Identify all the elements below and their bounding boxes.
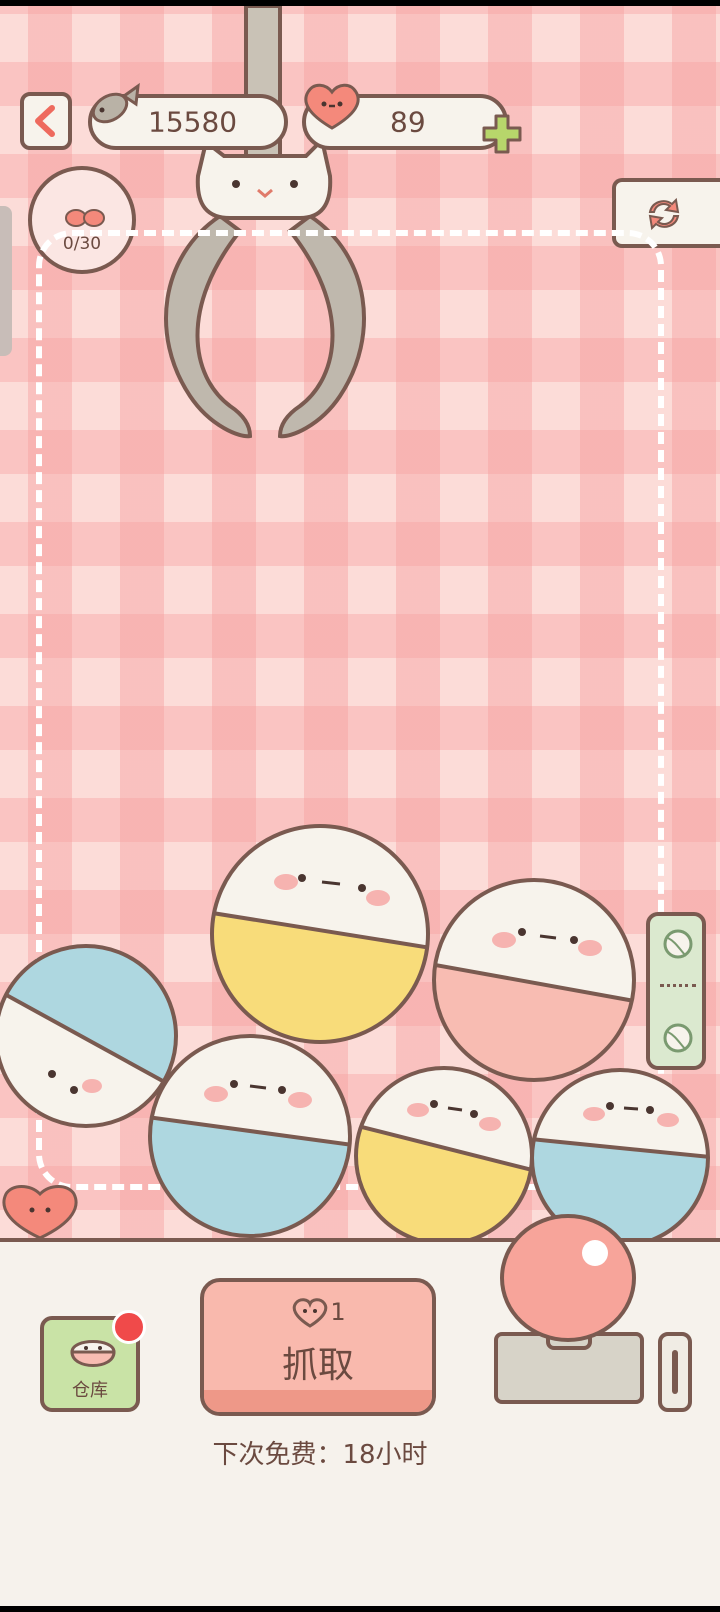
- grab-label: 抓取: [281, 1345, 354, 1386]
- notification-badge: [112, 1310, 146, 1344]
- back-button[interactable]: [20, 92, 72, 150]
- ball-icon: [663, 1023, 693, 1053]
- cat-eye: [232, 180, 240, 188]
- side-lever[interactable]: [658, 1332, 692, 1412]
- fish-count: 15580: [148, 105, 238, 139]
- grab-cost: 1: [204, 1298, 432, 1328]
- grab-cost-value: 1: [330, 1298, 346, 1326]
- side-gauge[interactable]: [646, 912, 706, 1070]
- fish-icon: [91, 82, 140, 124]
- side-handle[interactable]: [0, 206, 12, 356]
- grab-button[interactable]: 1 抓取: [200, 1278, 436, 1416]
- capsule-icon: [70, 1340, 116, 1367]
- grab-button-base: [204, 1390, 432, 1412]
- game-screen: 15580 89 0/30 仓库 1 抓取 下次免费：18小时: [0, 6, 720, 1606]
- capsule-pile: [0, 824, 710, 1246]
- lever-slot: [672, 1350, 678, 1394]
- heart-icon: [304, 83, 360, 130]
- plus-icon[interactable]: [480, 112, 524, 156]
- cat-eye: [290, 180, 298, 188]
- free-timer-text: 下次免费：18小时: [212, 1440, 428, 1470]
- gauge-dots: [660, 984, 696, 993]
- heart-icon: [293, 1298, 328, 1328]
- paw-icon: [65, 209, 105, 227]
- storage-label: 仓库: [72, 1380, 108, 1401]
- joystick[interactable]: [500, 1214, 636, 1342]
- heart-buddy: [2, 1185, 78, 1240]
- ball-icon: [663, 929, 693, 959]
- joystick-shine: [582, 1240, 608, 1266]
- refresh-icon: [648, 197, 680, 231]
- heart-count: 89: [390, 105, 426, 139]
- back-arrow-icon: [35, 105, 55, 137]
- capsule-yellow: [212, 826, 428, 1042]
- joystick-base: [494, 1326, 644, 1404]
